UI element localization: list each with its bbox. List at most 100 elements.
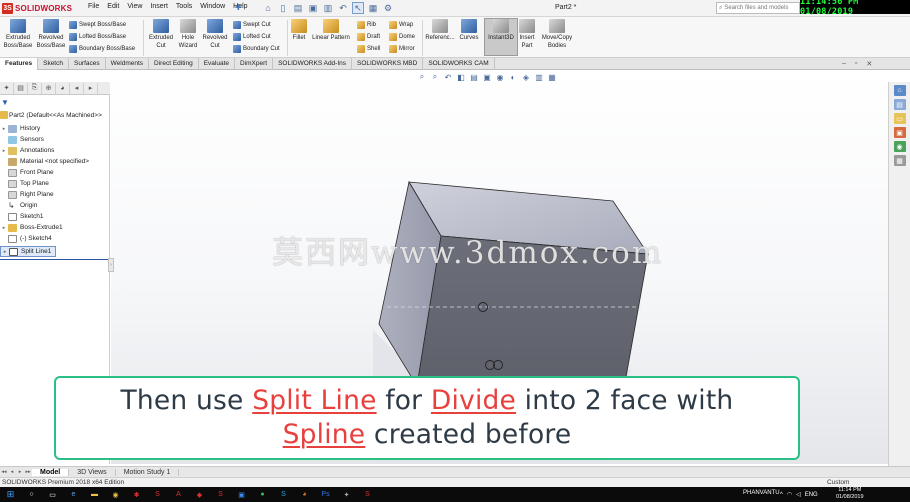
tree-item-split-line1[interactable]: ▸ Split Line1	[0, 246, 56, 257]
file-explorer-icon[interactable]: ▭	[893, 113, 906, 124]
instant3d-button[interactable]: Instant3D	[486, 19, 516, 42]
tab-weldments[interactable]: Weldments	[106, 58, 150, 70]
move-copy-bodies-button[interactable]: Move/Copy Bodies	[539, 19, 575, 50]
tree-item-sketch4[interactable]: (-) Sketch4	[0, 233, 110, 244]
new-icon[interactable]: ▯	[277, 2, 289, 14]
extruded-boss-button[interactable]: Extruded Boss/Base	[3, 19, 33, 50]
next-tab-icon[interactable]: ▸	[16, 469, 24, 475]
insert-part-button[interactable]: Insert Part	[518, 19, 536, 50]
language-indicator[interactable]: ENG	[805, 492, 818, 498]
property-manager-tab-icon[interactable]: ▤	[14, 82, 28, 94]
firefox-icon[interactable]: ◕	[296, 488, 313, 501]
revolved-boss-button[interactable]: Revolved Boss/Base	[35, 19, 67, 50]
filter-icon[interactable]: ▼	[1, 98, 9, 107]
tree-item-sketch1[interactable]: Sketch1	[0, 211, 110, 222]
feature-tree-root[interactable]: Part2 (Default<<As Machined>>	[0, 110, 110, 120]
volume-icon[interactable]: ◁	[796, 491, 801, 498]
tab-features[interactable]: Features	[0, 58, 39, 70]
tree-item-right-plane[interactable]: Right Plane	[0, 189, 110, 200]
tree-item-material[interactable]: Material <not specified>	[0, 156, 110, 167]
menu-view[interactable]: View	[123, 3, 146, 10]
lofted-boss-button[interactable]: Lofted Boss/Base	[69, 32, 126, 42]
search-box[interactable]: ⌕ Search files and models	[716, 2, 800, 14]
appearances-icon[interactable]: ◉	[893, 141, 906, 152]
dome-button[interactable]: Dome	[389, 32, 415, 42]
custom-properties-icon[interactable]: ▦	[893, 155, 906, 166]
rollback-bar[interactable]	[0, 259, 110, 260]
first-tab-icon[interactable]: ◂◂	[0, 469, 8, 475]
pin-icon[interactable]: ✚	[235, 3, 242, 12]
expand-icon[interactable]: ▸	[0, 148, 8, 154]
solidworks-taskbar-icon[interactable]: S	[359, 488, 376, 501]
tabs-left-icon[interactable]: ◂	[70, 82, 84, 94]
solidworks-resources-icon[interactable]: ⌂	[893, 85, 906, 96]
last-tab-icon[interactable]: ▸▸	[24, 469, 32, 475]
chrome-icon[interactable]: ◉	[107, 488, 124, 501]
tray-clock[interactable]: 11:14 PM 01/08/2019	[836, 487, 864, 501]
curves-button[interactable]: Curves	[457, 19, 481, 42]
app-icon[interactable]: ✦	[338, 488, 355, 501]
select-icon[interactable]: ↖	[352, 2, 364, 14]
tree-item-sensors[interactable]: Sensors	[0, 134, 110, 145]
tab-solidworks-add-ins[interactable]: SOLIDWORKS Add-Ins	[273, 58, 353, 70]
file-explorer-taskbar-icon[interactable]: ▬	[86, 488, 103, 501]
swept-boss-button[interactable]: Swept Boss/Base	[69, 20, 126, 30]
tray-user[interactable]: PHANVANTU	[743, 490, 780, 496]
dimxpert-tab-icon[interactable]: ⊕	[42, 82, 56, 94]
menu-edit[interactable]: Edit	[103, 3, 123, 10]
revolved-cut-button[interactable]: Revolved Cut	[200, 19, 230, 50]
swept-cut-button[interactable]: Swept Cut	[233, 20, 271, 30]
app-icon[interactable]: ✱	[128, 488, 145, 501]
windows-start-icon[interactable]: ⊞	[2, 488, 19, 501]
reference-geometry-button[interactable]: Referenc...	[425, 19, 455, 42]
rib-button[interactable]: Rib	[357, 20, 376, 30]
app-icon[interactable]: ●	[254, 488, 271, 501]
view-palette-icon[interactable]: ▣	[893, 127, 906, 138]
undo-icon[interactable]: ↶	[337, 2, 349, 14]
edge-icon[interactable]: e	[65, 488, 82, 501]
tab-model[interactable]: Model	[32, 468, 70, 476]
expand-icon[interactable]: ▸	[0, 126, 8, 132]
display-manager-tab-icon[interactable]: ◕	[56, 82, 70, 94]
units-selector[interactable]: Custom	[827, 479, 849, 486]
options-icon[interactable]: ⚙	[382, 2, 394, 14]
minimize-icon[interactable]: –	[842, 60, 846, 68]
menu-window[interactable]: Window	[196, 3, 229, 10]
autocad-icon[interactable]: A	[170, 488, 187, 501]
photoshop-icon[interactable]: Ps	[317, 488, 334, 501]
draft-button[interactable]: Draft	[357, 32, 380, 42]
configuration-manager-tab-icon[interactable]: ⎘	[28, 82, 42, 94]
home-icon[interactable]: ⌂	[262, 2, 274, 14]
tree-item-boss-extrude1[interactable]: ▸ Boss-Extrude1	[0, 222, 110, 233]
app-icon[interactable]: ◆	[191, 488, 208, 501]
design-library-icon[interactable]: ▤	[893, 99, 906, 110]
tabs-right-icon[interactable]: ▸	[84, 82, 98, 94]
tab-solidworks-mbd[interactable]: SOLIDWORKS MBD	[352, 58, 424, 70]
tab-surfaces[interactable]: Surfaces	[69, 58, 106, 70]
tab-3d-views[interactable]: 3D Views	[69, 468, 116, 476]
tab-dimxpert[interactable]: DimXpert	[235, 58, 274, 70]
solidworks-logo[interactable]: 3S SOLIDWORKS	[2, 2, 72, 14]
save-icon[interactable]: ▣	[307, 2, 319, 14]
wrap-button[interactable]: Wrap	[389, 20, 413, 30]
mirror-button[interactable]: Mirror	[389, 44, 415, 54]
solidworks-taskbar-icon[interactable]: S	[149, 488, 166, 501]
prev-tab-icon[interactable]: ◂	[8, 469, 16, 475]
expand-icon[interactable]: ▸	[0, 225, 8, 231]
tree-item-front-plane[interactable]: Front Plane	[0, 167, 110, 178]
tray-expand-icon[interactable]: ^	[780, 492, 783, 498]
extruded-cut-button[interactable]: Extruded Cut	[146, 19, 176, 50]
tree-item-history[interactable]: ▸ History	[0, 123, 110, 134]
menu-tools[interactable]: Tools	[172, 3, 196, 10]
tree-item-top-plane[interactable]: Top Plane	[0, 178, 110, 189]
shell-button[interactable]: Shell	[357, 44, 380, 54]
search-taskbar-icon[interactable]: ○	[23, 488, 40, 501]
hole-wizard-button[interactable]: Hole Wizard	[177, 19, 199, 50]
boundary-boss-button[interactable]: Boundary Boss/Base	[69, 44, 135, 54]
network-icon[interactable]: ◠	[787, 491, 792, 498]
open-icon[interactable]: ▤	[292, 2, 304, 14]
solidworks-taskbar-icon[interactable]: S	[212, 488, 229, 501]
rebuild-icon[interactable]: ▦	[367, 2, 379, 14]
lofted-cut-button[interactable]: Lofted Cut	[233, 32, 271, 42]
fillet-button[interactable]: Fillet	[290, 19, 308, 42]
